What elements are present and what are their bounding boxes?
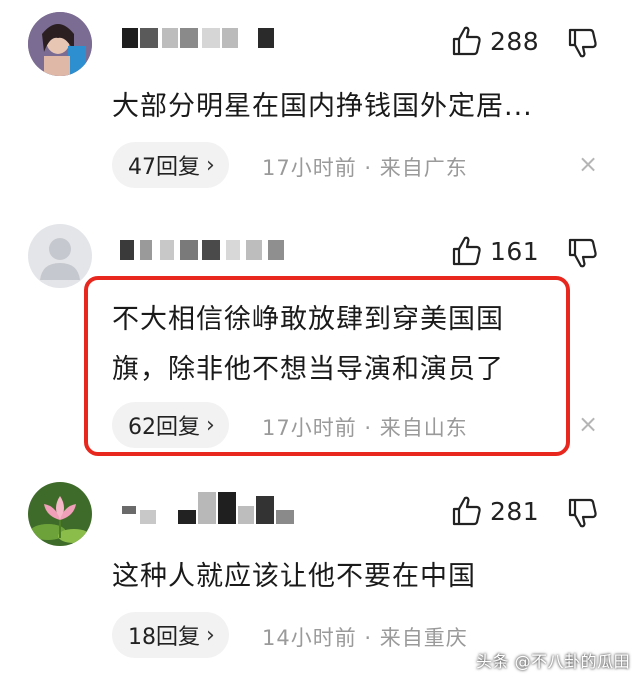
like-count: 281 [490, 496, 540, 526]
meta-separator: · [356, 156, 380, 180]
like-button[interactable]: 288 [450, 24, 539, 58]
location: 来自广东 [379, 156, 468, 180]
lotus-avatar [28, 482, 92, 546]
reply-count: 47回复 [128, 155, 200, 180]
timestamp: 17小时前 [262, 156, 357, 180]
like-button[interactable]: 281 [450, 494, 539, 528]
username-blurred[interactable] [118, 492, 318, 524]
comment-text: 大部分明星在国内挣钱国外定居... [112, 91, 533, 122]
thumbs-up-icon [452, 496, 481, 526]
reply-button[interactable]: 47回复 › [112, 142, 229, 188]
avatar-photo [28, 12, 92, 76]
like-count: 161 [490, 236, 540, 266]
comment-meta: 14小时前 · 来自重庆 [262, 622, 468, 652]
chevron-right-icon: › [206, 152, 215, 178]
thumbs-up-icon [452, 236, 481, 266]
close-icon[interactable]: × [578, 410, 598, 438]
highlight-box [84, 276, 570, 456]
username-blurred[interactable] [118, 236, 318, 268]
avatar[interactable] [28, 482, 92, 546]
meta-separator: · [356, 626, 380, 650]
thumbs-down-icon[interactable] [566, 26, 600, 60]
avatar-silhouette [40, 238, 80, 280]
reply-count: 18回复 [128, 625, 200, 650]
reply-button[interactable]: 18回复 › [112, 612, 229, 658]
timestamp: 14小时前 [262, 626, 357, 650]
thumbs-down-icon[interactable] [566, 496, 600, 530]
username-blurred[interactable] [118, 24, 318, 56]
thumbs-up-icon [452, 26, 481, 56]
watermark: 头条 @不八卦的瓜田 [476, 652, 631, 671]
avatar-default-icon[interactable] [28, 224, 92, 288]
like-count: 288 [490, 26, 540, 56]
comment-text: 这种人就应该让他不要在中国 [112, 561, 476, 592]
close-icon[interactable]: × [578, 150, 598, 178]
chevron-right-icon: › [206, 622, 215, 648]
avatar[interactable] [28, 12, 92, 76]
like-button[interactable]: 161 [450, 234, 539, 268]
thumbs-down-icon[interactable] [566, 236, 600, 270]
location: 来自重庆 [379, 626, 468, 650]
comment-meta: 17小时前 · 来自广东 [262, 152, 468, 182]
